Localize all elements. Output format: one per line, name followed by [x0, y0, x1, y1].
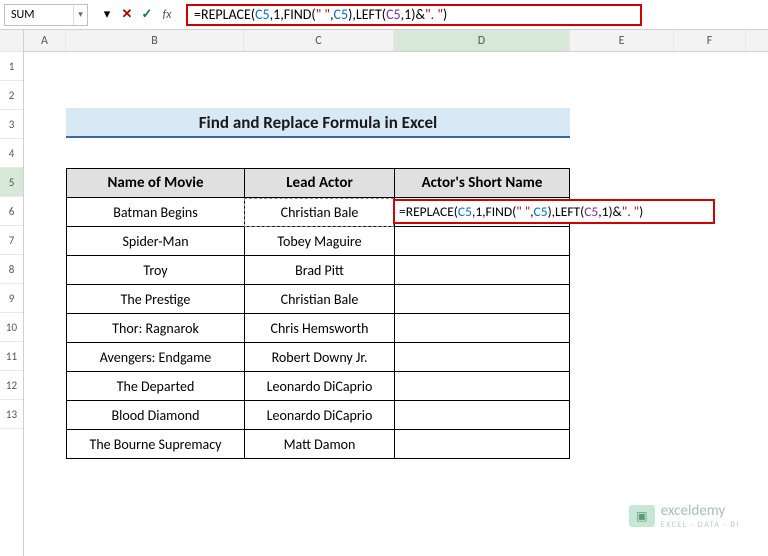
fx-icon[interactable]: fx — [158, 6, 176, 24]
table-cell[interactable] — [394, 343, 570, 372]
row-headers: 1 2 3 4 5 6 7 8 9 10 11 12 13 — [0, 30, 24, 556]
watermark-tag: EXCEL · DATA · BI — [661, 520, 740, 530]
table-cell[interactable] — [394, 314, 570, 343]
table-row: The PrestigeChristian Bale — [66, 285, 570, 314]
formula-input[interactable]: =REPLACE(C5,1,FIND(" ",C5),LEFT(C5,1)&".… — [186, 4, 642, 26]
row-header[interactable]: 4 — [0, 139, 23, 168]
col-header[interactable]: C — [244, 30, 394, 51]
table-row: Avengers: EndgameRobert Downy Jr. — [66, 343, 570, 372]
row-header[interactable]: 6 — [0, 197, 23, 226]
row-header[interactable]: 1 — [0, 52, 23, 81]
col-header[interactable]: F — [674, 30, 746, 51]
table-cell[interactable]: Blood Diamond — [66, 401, 244, 430]
grid-area: A B C D E F Find and Replace Formula in … — [24, 30, 768, 556]
table-cell[interactable]: Thor: Ragnarok — [66, 314, 244, 343]
watermark: ▣ exceldemy EXCEL · DATA · BI — [629, 502, 740, 530]
name-box-container: ▾ — [4, 4, 88, 26]
select-all-cell[interactable] — [0, 30, 23, 52]
name-box[interactable] — [5, 8, 73, 22]
table-cell[interactable]: Spider-Man — [66, 227, 244, 256]
table-cell[interactable]: Christian Bale — [244, 198, 394, 227]
row-header[interactable]: 12 — [0, 371, 23, 400]
formula-bar-row: ▾ ▾ ✕ ✓ fx =REPLACE(C5,1,FIND(" ",C5),LE… — [0, 0, 768, 30]
table-row: Blood DiamondLeonardo DiCaprio — [66, 401, 570, 430]
table-cell[interactable] — [394, 285, 570, 314]
table-cell[interactable] — [394, 227, 570, 256]
col-header[interactable]: B — [66, 30, 244, 51]
table-cell[interactable]: Christian Bale — [244, 285, 394, 314]
row-header[interactable]: 3 — [0, 110, 23, 139]
row-header[interactable]: 8 — [0, 255, 23, 284]
table-cell[interactable]: Leonardo DiCaprio — [244, 372, 394, 401]
title-region: Find and Replace Formula in Excel — [66, 82, 570, 138]
table-cell[interactable]: Robert Downy Jr. — [244, 343, 394, 372]
row-header[interactable]: 11 — [0, 342, 23, 371]
active-cell-overlay[interactable]: =REPLACE(C5,1,FIND(" ",C5),LEFT(C5,1)&".… — [393, 199, 715, 224]
watermark-logo-icon: ▣ — [629, 505, 655, 527]
table-cell[interactable]: Matt Damon — [244, 430, 394, 459]
table-cell[interactable]: The Bourne Supremacy — [66, 430, 244, 459]
table-cell[interactable]: Batman Begins — [66, 198, 244, 227]
table-cell[interactable]: Avengers: Endgame — [66, 343, 244, 372]
table-cell[interactable] — [394, 401, 570, 430]
table-row: TroyBrad Pitt — [66, 256, 570, 285]
table-row: The Bourne SupremacyMatt Damon — [66, 430, 570, 459]
confirm-icon[interactable]: ✓ — [138, 6, 156, 24]
table-cell[interactable]: The Prestige — [66, 285, 244, 314]
table-cell[interactable] — [394, 430, 570, 459]
watermark-brand: exceldemy — [661, 502, 740, 520]
col-header[interactable]: D — [394, 30, 570, 51]
formula-bar: =REPLACE(C5,1,FIND(" ",C5),LEFT(C5,1)&".… — [186, 4, 764, 26]
table-cell[interactable]: The Departed — [66, 372, 244, 401]
row-header[interactable]: 10 — [0, 313, 23, 342]
table-header-short[interactable]: Actor's Short Name — [394, 168, 570, 198]
row-header[interactable]: 5 — [0, 168, 23, 197]
table-row: Spider-ManTobey Maguire — [66, 227, 570, 256]
table-cell[interactable]: Chris Hemsworth — [244, 314, 394, 343]
chevron-down-icon[interactable]: ▾ — [98, 6, 116, 24]
table-row: Thor: RagnarokChris Hemsworth — [66, 314, 570, 343]
table-cell[interactable]: Tobey Maguire — [244, 227, 394, 256]
name-box-dropdown[interactable]: ▾ — [73, 5, 87, 25]
table-header-movie[interactable]: Name of Movie — [66, 168, 244, 198]
col-header[interactable]: E — [570, 30, 674, 51]
worksheet: 1 2 3 4 5 6 7 8 9 10 11 12 13 A B C D E … — [0, 30, 768, 556]
row-header[interactable]: 2 — [0, 81, 23, 110]
page-title: Find and Replace Formula in Excel — [66, 108, 570, 138]
table-cell[interactable]: Troy — [66, 256, 244, 285]
cancel-icon[interactable]: ✕ — [118, 6, 136, 24]
col-header[interactable]: A — [24, 30, 66, 51]
row-header[interactable]: 13 — [0, 400, 23, 429]
table-cell[interactable] — [394, 256, 570, 285]
table-row: The DepartedLeonardo DiCaprio — [66, 372, 570, 401]
formula-bar-buttons: ▾ ✕ ✓ fx — [92, 6, 182, 24]
table-cell[interactable]: Brad Pitt — [244, 256, 394, 285]
table-cell[interactable]: Leonardo DiCaprio — [244, 401, 394, 430]
table-header-actor[interactable]: Lead Actor — [244, 168, 394, 198]
row-header[interactable]: 7 — [0, 226, 23, 255]
table-cell[interactable] — [394, 372, 570, 401]
table-header-row: Name of Movie Lead Actor Actor's Short N… — [66, 168, 570, 198]
column-headers: A B C D E F — [24, 30, 768, 52]
row-header[interactable]: 9 — [0, 284, 23, 313]
